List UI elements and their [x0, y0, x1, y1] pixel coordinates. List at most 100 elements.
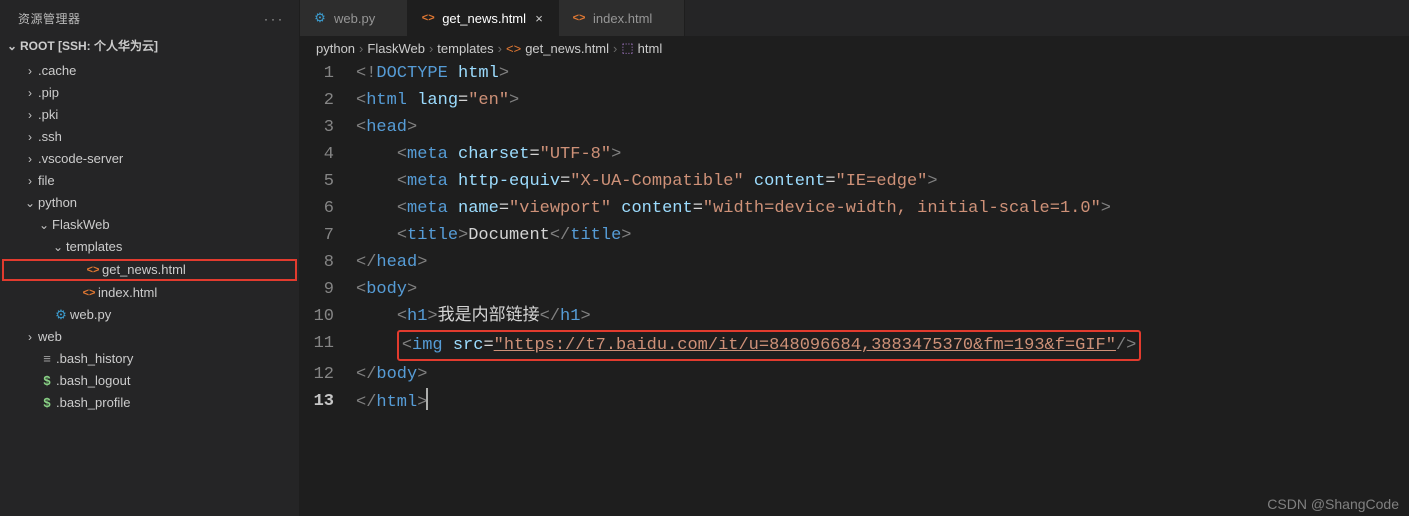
- chevron-icon: ›: [22, 170, 38, 192]
- code-line[interactable]: 1<!DOCTYPE html>: [300, 60, 1409, 87]
- file-tree: ›.cache›.pip›.pki›.ssh›.vscode-server›fi…: [0, 60, 299, 516]
- line-number: 7: [300, 222, 356, 249]
- code-line[interactable]: 7 <title>Document</title>: [300, 222, 1409, 249]
- breadcrumb-item[interactable]: python: [316, 41, 355, 56]
- tree-label: get_news.html: [102, 259, 186, 281]
- code-content: <meta charset="UTF-8">: [356, 141, 1409, 168]
- code-line[interactable]: 12</body>: [300, 361, 1409, 388]
- code-content: </html>: [356, 388, 1409, 416]
- tree-label: .bash_logout: [56, 370, 130, 392]
- symbol-icon: ⬚: [621, 40, 633, 56]
- tree-label: .bash_profile: [56, 392, 130, 414]
- editor-group: ⚙web.py×<>get_news.html×<>index.html× py…: [300, 0, 1409, 516]
- chevron-down-icon: ⌄: [4, 39, 20, 53]
- tree-label: web: [38, 326, 62, 348]
- tree-label: python: [38, 192, 77, 214]
- file-item[interactable]: ≡.bash_history: [0, 348, 299, 370]
- more-icon[interactable]: ···: [264, 12, 285, 26]
- code-content: <img src="https://t7.baidu.com/it/u=8480…: [356, 330, 1409, 361]
- code-content: </body>: [356, 361, 1409, 388]
- chevron-icon: ›: [22, 104, 38, 126]
- chevron-icon: ›: [22, 60, 38, 82]
- tree-label: file: [38, 170, 55, 192]
- breadcrumb-item[interactable]: html: [638, 41, 663, 56]
- file-item[interactable]: <>index.html: [0, 282, 299, 304]
- sidebar: 资源管理器 ··· ⌄ ROOT [SSH: 个人华为云] ›.cache›.p…: [0, 0, 300, 516]
- html-icon: <>: [420, 12, 436, 24]
- code-line[interactable]: 5 <meta http-equiv="X-UA-Compatible" con…: [300, 168, 1409, 195]
- file-item[interactable]: $.bash_profile: [0, 392, 299, 414]
- tab-label: web.py: [334, 11, 375, 26]
- tree-label: .cache: [38, 60, 76, 82]
- file-item[interactable]: <>get_news.html: [2, 259, 297, 281]
- code-line[interactable]: 10 <h1>我是内部链接</h1>: [300, 303, 1409, 330]
- code-content: </head>: [356, 249, 1409, 276]
- line-number: 9: [300, 276, 356, 303]
- folder-item[interactable]: ›.pip: [0, 82, 299, 104]
- tab-label: index.html: [593, 11, 652, 26]
- code-line[interactable]: 8</head>: [300, 249, 1409, 276]
- chevron-right-icon: ›: [359, 41, 363, 56]
- code-content: <body>: [356, 276, 1409, 303]
- tree-label: .ssh: [38, 126, 62, 148]
- watermark: CSDN @ShangCode: [1267, 496, 1399, 512]
- line-number: 10: [300, 303, 356, 330]
- line-number: 12: [300, 361, 356, 388]
- breadcrumb: python › FlaskWeb › templates › <> get_news.…: [300, 36, 1409, 60]
- code-line[interactable]: 3<head>: [300, 114, 1409, 141]
- tree-label: FlaskWeb: [52, 214, 110, 236]
- tree-label: index.html: [98, 282, 157, 304]
- file-item[interactable]: $.bash_logout: [0, 370, 299, 392]
- folder-item[interactable]: ›.pki: [0, 104, 299, 126]
- breadcrumb-item[interactable]: FlaskWeb: [367, 41, 425, 56]
- breadcrumb-item[interactable]: templates: [437, 41, 493, 56]
- explorer-title: 资源管理器: [18, 10, 81, 27]
- chevron-right-icon: ›: [613, 41, 617, 56]
- folder-item[interactable]: ›.cache: [0, 60, 299, 82]
- code-line[interactable]: 11 <img src="https://t7.baidu.com/it/u=8…: [300, 330, 1409, 361]
- code-line[interactable]: 9<body>: [300, 276, 1409, 303]
- html-icon: <>: [571, 12, 587, 24]
- workspace-root-label: ROOT [SSH: 个人华为云]: [20, 37, 158, 54]
- html-icon: <>: [506, 41, 521, 56]
- folder-item[interactable]: ⌄FlaskWeb: [0, 214, 299, 236]
- editor-tab[interactable]: <>index.html×: [559, 0, 685, 36]
- code-content: <h1>我是内部链接</h1>: [356, 303, 1409, 330]
- chevron-icon: ⌄: [50, 236, 66, 258]
- python-icon: ⚙: [312, 10, 328, 26]
- folder-item[interactable]: ⌄templates: [0, 236, 299, 258]
- line-number: 4: [300, 141, 356, 168]
- line-number: 11: [300, 330, 356, 357]
- folder-item[interactable]: ›.ssh: [0, 126, 299, 148]
- code-line[interactable]: 2<html lang="en">: [300, 87, 1409, 114]
- line-number: 1: [300, 60, 356, 87]
- chevron-icon: ›: [22, 326, 38, 348]
- chevron-right-icon: ›: [498, 41, 502, 56]
- editor-tab[interactable]: ⚙web.py×: [300, 0, 408, 36]
- line-number: 5: [300, 168, 356, 195]
- breadcrumb-item[interactable]: get_news.html: [525, 41, 609, 56]
- chevron-icon: ›: [22, 126, 38, 148]
- editor-tab[interactable]: <>get_news.html×: [408, 0, 559, 36]
- editor-tabs: ⚙web.py×<>get_news.html×<>index.html×: [300, 0, 1409, 36]
- code-line[interactable]: 13</html>: [300, 388, 1409, 416]
- code-line[interactable]: 4 <meta charset="UTF-8">: [300, 141, 1409, 168]
- chevron-icon: ⌄: [36, 214, 52, 236]
- code-content: <meta name="viewport" content="width=dev…: [356, 195, 1409, 222]
- text-cursor: [426, 388, 428, 410]
- code-editor[interactable]: 1<!DOCTYPE html>2<html lang="en">3<head>…: [300, 60, 1409, 516]
- folder-item[interactable]: ›.vscode-server: [0, 148, 299, 170]
- folder-item[interactable]: ›file: [0, 170, 299, 192]
- chevron-right-icon: ›: [429, 41, 433, 56]
- tree-label: .vscode-server: [38, 148, 123, 170]
- folder-item[interactable]: ⌄python: [0, 192, 299, 214]
- line-number: 13: [300, 388, 356, 415]
- close-icon[interactable]: ×: [532, 11, 546, 26]
- workspace-root[interactable]: ⌄ ROOT [SSH: 个人华为云]: [0, 31, 299, 60]
- code-content: <head>: [356, 114, 1409, 141]
- tree-label: .pip: [38, 82, 59, 104]
- file-item[interactable]: ⚙web.py: [0, 304, 299, 326]
- folder-item[interactable]: ›web: [0, 326, 299, 348]
- code-line[interactable]: 6 <meta name="viewport" content="width=d…: [300, 195, 1409, 222]
- chevron-icon: ›: [22, 82, 38, 104]
